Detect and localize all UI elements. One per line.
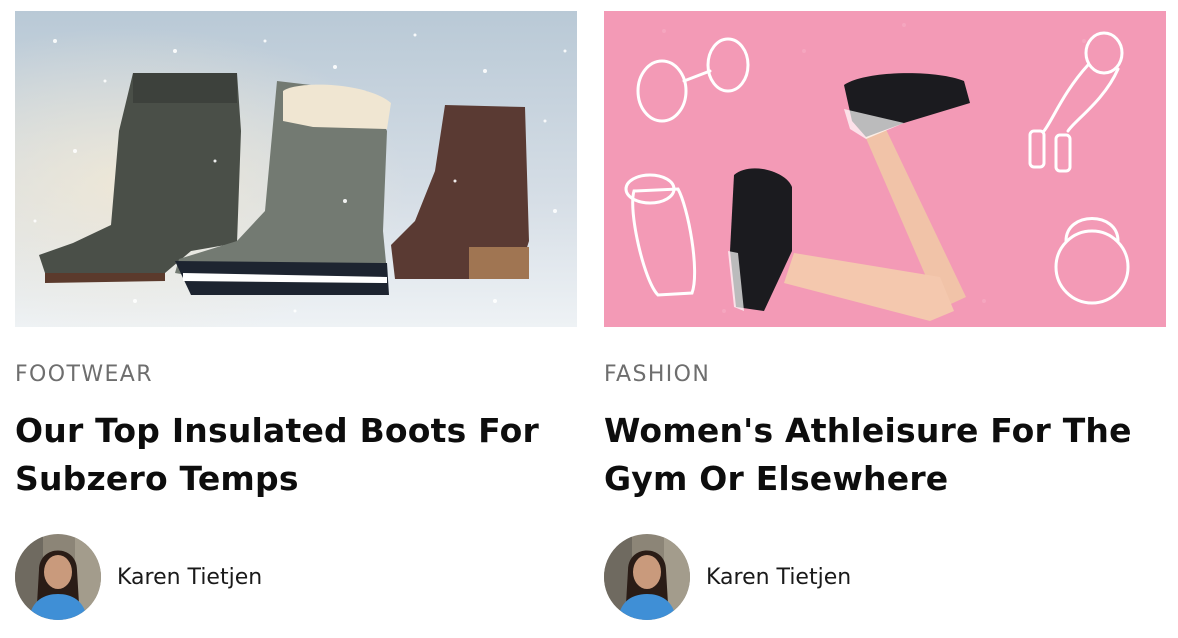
article-image-link[interactable] (15, 11, 577, 327)
article-title-link[interactable]: Our Top Insulated Boots For Subzero Temp… (15, 411, 539, 498)
article-card: FASHION Women's Athleisure For The Gym O… (604, 11, 1166, 620)
avatar-photo (15, 534, 101, 620)
article-title-link[interactable]: Women's Athleisure For The Gym Or Elsewh… (604, 411, 1132, 498)
avatar-photo (604, 534, 690, 620)
article-category[interactable]: FASHION (604, 362, 1166, 388)
article-grid: FOOTWEAR Our Top Insulated Boots For Sub… (0, 0, 1178, 638)
winter-boots-image (15, 11, 577, 327)
article-author: Karen Tietjen (15, 534, 577, 620)
article-category[interactable]: FOOTWEAR (15, 362, 577, 388)
article-image-link[interactable] (604, 11, 1166, 327)
athleisure-image (604, 11, 1166, 327)
article-title[interactable]: Women's Athleisure For The Gym Or Elsewh… (604, 407, 1166, 503)
article-title[interactable]: Our Top Insulated Boots For Subzero Temp… (15, 407, 577, 503)
author-name[interactable]: Karen Tietjen (706, 565, 851, 590)
author-name[interactable]: Karen Tietjen (117, 565, 262, 590)
article-card: FOOTWEAR Our Top Insulated Boots For Sub… (15, 11, 577, 620)
article-author: Karen Tietjen (604, 534, 1166, 620)
author-avatar[interactable] (15, 534, 101, 620)
author-avatar[interactable] (604, 534, 690, 620)
